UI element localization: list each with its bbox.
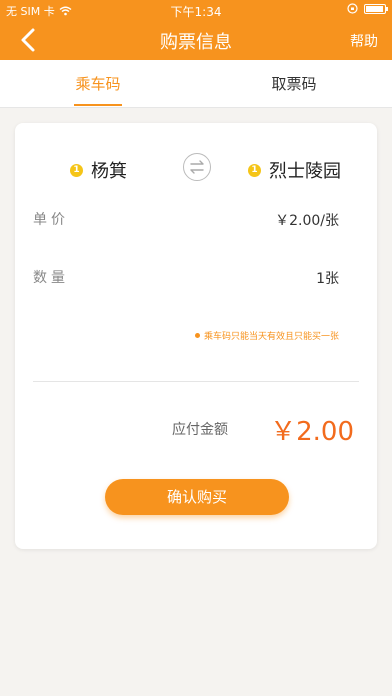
purchase-note-text: 乘车码只能当天有效且只能买一张 bbox=[203, 332, 339, 342]
line-badge-icon: 1 bbox=[70, 163, 83, 177]
destination-station[interactable]: 1 烈士陵园 bbox=[248, 157, 341, 183]
origin-station[interactable]: 1 杨箕 bbox=[70, 157, 127, 183]
total-value: ￥2.00 bbox=[270, 417, 354, 447]
destination-station-name: 烈士陵园 bbox=[269, 161, 341, 182]
tab-ride-code[interactable]: 乘车码 bbox=[0, 60, 196, 108]
quantity-value: 1张 bbox=[316, 271, 339, 287]
tab-bar: 乘车码 取票码 bbox=[0, 60, 392, 108]
line-badge-icon: 1 bbox=[248, 163, 261, 177]
confirm-purchase-button[interactable]: 确认购买 bbox=[105, 479, 289, 515]
unit-price-label: 单价 bbox=[33, 212, 69, 228]
app-header: 无 SIM 卡 下午1:34 购票信息 帮助 bbox=[0, 0, 392, 60]
total-label: 应付金额 bbox=[172, 422, 228, 438]
swap-stations-button[interactable] bbox=[183, 153, 211, 181]
divider bbox=[33, 381, 359, 382]
swap-icon bbox=[190, 160, 204, 174]
tab-pickup-code[interactable]: 取票码 bbox=[196, 60, 392, 108]
purchase-note: 乘车码只能当天有效且只能买一张 bbox=[194, 329, 339, 342]
quantity-label: 数量 bbox=[33, 270, 69, 286]
battery-icon bbox=[364, 3, 388, 14]
bullet-icon bbox=[194, 333, 200, 338]
origin-station-name: 杨箕 bbox=[91, 161, 127, 182]
unit-price-value: ￥2.00/张 bbox=[275, 213, 339, 229]
tab-active-indicator bbox=[74, 104, 122, 106]
ticket-card: 1 杨箕 1 烈士陵园 单价 ￥2.00/张 数量 1张 乘车码只能当天有效且只… bbox=[15, 123, 377, 549]
orientation-lock-icon bbox=[347, 3, 358, 14]
status-time: 下午1:34 bbox=[170, 5, 222, 19]
nav-bar: 购票信息 帮助 bbox=[0, 20, 392, 60]
page-title: 购票信息 bbox=[160, 32, 232, 53]
status-right bbox=[347, 3, 388, 14]
help-button[interactable]: 帮助 bbox=[350, 31, 378, 51]
status-bar: 无 SIM 卡 下午1:34 bbox=[0, 0, 392, 20]
